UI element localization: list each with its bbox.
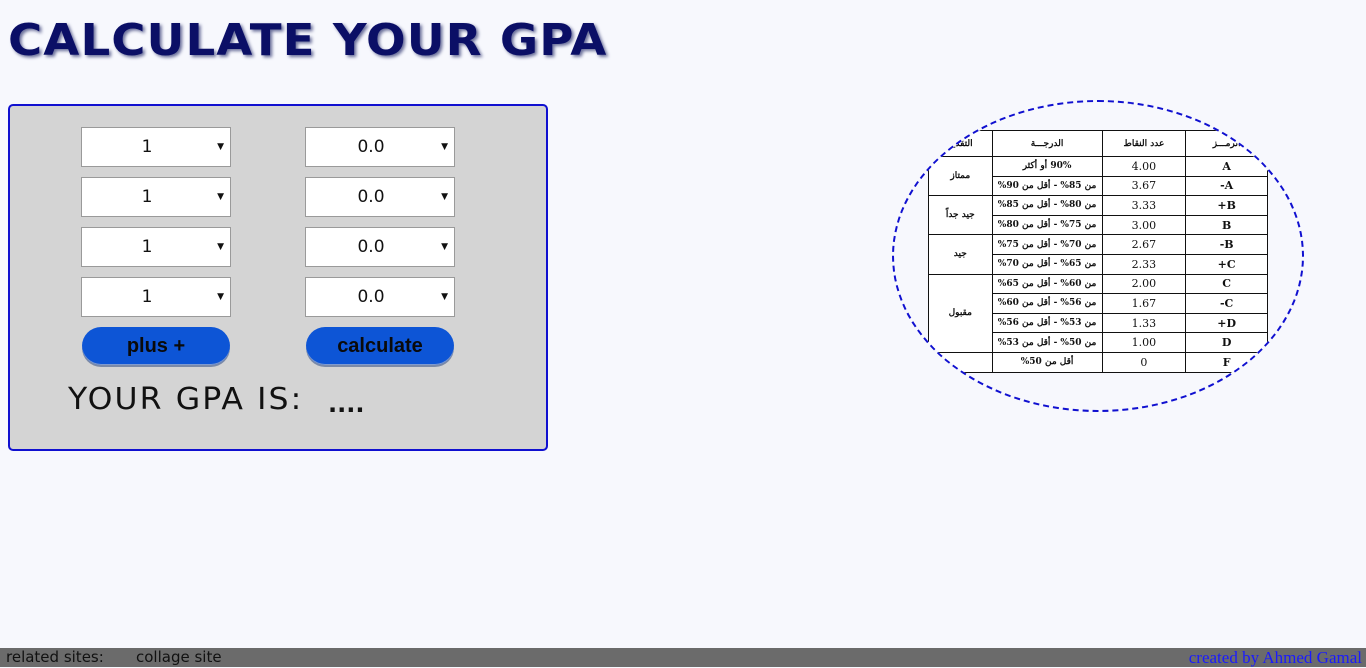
table-header-row: الرمـــز عدد النقاط الدرجـــة التقدير bbox=[928, 130, 1268, 157]
grade-scale-image: الرمـــز عدد النقاط الدرجـــة التقدير A … bbox=[892, 100, 1304, 412]
table-row: B- 2.67 من 70% - أقل من 75% جيد bbox=[928, 234, 1268, 275]
grade-value: 0.0 bbox=[357, 237, 385, 257]
table-row: B+ 3.33 من 80% - أقل من 85% جيد جداً bbox=[928, 195, 1268, 236]
dropdown-arrow-icon: ▼ bbox=[217, 142, 224, 152]
credit-hours-select-1[interactable]: 1 ▼ bbox=[81, 127, 231, 167]
credit-hours-select-3[interactable]: 1 ▼ bbox=[81, 227, 231, 267]
dropdown-arrow-icon: ▼ bbox=[441, 142, 448, 152]
grade-points: 3.33 bbox=[1101, 195, 1187, 216]
grade-range: 90% أو أكثر bbox=[991, 156, 1103, 177]
dropdown-arrow-icon: ▼ bbox=[217, 242, 224, 252]
grade-range: من 80% - أقل من 85% bbox=[991, 195, 1103, 216]
credit-hours-value: 1 bbox=[141, 287, 153, 307]
page-title: CALCULATE YOUR GPA bbox=[8, 15, 608, 66]
author-credit: created by Ahmed Gamal bbox=[1188, 648, 1362, 667]
gpa-result-label: YOUR GPA IS: bbox=[68, 382, 304, 417]
grade-points: 2.33 bbox=[1101, 253, 1187, 275]
grade-points: 0 bbox=[1101, 351, 1187, 373]
header-rating: التقدير bbox=[928, 130, 993, 157]
grade-scale-table: الرمـــز عدد النقاط الدرجـــة التقدير A … bbox=[928, 130, 1268, 373]
footer-bar: related sites: collage site created by A… bbox=[0, 648, 1366, 667]
gpa-calculator-panel: 1 ▼ 0.0 ▼ 1 ▼ 0.0 ▼ 1 ▼ 0.0 ▼ 1 ▼ 0.0 ▼ … bbox=[8, 104, 548, 451]
plus-button[interactable]: plus + bbox=[82, 327, 230, 365]
grade-symbol: C+ bbox=[1185, 253, 1268, 275]
grade-rating: ممتاز bbox=[928, 155, 993, 197]
grade-symbol: B bbox=[1185, 214, 1268, 236]
dropdown-arrow-icon: ▼ bbox=[441, 292, 448, 302]
grade-symbol: C bbox=[1185, 273, 1268, 295]
grade-range: أقل من 50% bbox=[991, 351, 1103, 373]
credit-hours-value: 1 bbox=[141, 237, 153, 257]
credit-hours-value: 1 bbox=[141, 187, 153, 207]
dropdown-arrow-icon: ▼ bbox=[217, 292, 224, 302]
grade-points: 2.67 bbox=[1101, 234, 1187, 255]
grade-select-4[interactable]: 0.0 ▼ bbox=[305, 277, 455, 317]
grade-value: 0.0 bbox=[357, 287, 385, 307]
credit-hours-select-2[interactable]: 1 ▼ bbox=[81, 177, 231, 217]
grade-select-1[interactable]: 0.0 ▼ bbox=[305, 127, 455, 167]
grade-range: من 75% - أقل من 80% bbox=[991, 214, 1103, 236]
grade-points: 1.33 bbox=[1101, 312, 1187, 334]
grade-points: 2.00 bbox=[1101, 273, 1187, 295]
grade-range: من 60% - أقل من 65% bbox=[991, 273, 1103, 295]
grade-range: من 56% - أقل من 60% bbox=[991, 293, 1103, 314]
grade-value: 0.0 bbox=[357, 187, 385, 207]
related-sites-label: related sites: bbox=[6, 648, 104, 666]
college-site-link[interactable]: collage site bbox=[136, 648, 222, 667]
grade-select-2[interactable]: 0.0 ▼ bbox=[305, 177, 455, 217]
grade-points: 3.00 bbox=[1101, 214, 1187, 236]
header-symbol: الرمـــز bbox=[1185, 130, 1268, 157]
header-points: عدد النقاط bbox=[1101, 130, 1187, 157]
table-row: C 2.00 من 60% - أقل من 65% مقبول bbox=[928, 273, 1268, 353]
grade-points: 4.00 bbox=[1101, 156, 1187, 177]
dropdown-arrow-icon: ▼ bbox=[441, 192, 448, 202]
dropdown-arrow-icon: ▼ bbox=[217, 192, 224, 202]
grade-rating: جيد bbox=[928, 234, 993, 275]
grade-symbol: D+ bbox=[1185, 312, 1268, 334]
grade-range: من 85% - أقل من 90% bbox=[991, 175, 1103, 197]
grade-rating: مقبول bbox=[928, 273, 993, 353]
grade-value: 0.0 bbox=[357, 137, 385, 157]
table-row: F 0 أقل من 50% bbox=[928, 351, 1268, 373]
grade-range: من 65% - أقل من 70% bbox=[991, 253, 1103, 275]
grade-select-3[interactable]: 0.0 ▼ bbox=[305, 227, 455, 267]
grade-range: من 50% - أقل من 53% bbox=[991, 332, 1103, 353]
grade-points: 3.67 bbox=[1101, 175, 1187, 197]
grade-symbol: B+ bbox=[1185, 195, 1268, 216]
header-range: الدرجـــة bbox=[991, 130, 1103, 157]
grade-symbol: B- bbox=[1185, 234, 1268, 255]
grade-rating-empty bbox=[928, 351, 993, 373]
grade-rating: جيد جداً bbox=[928, 195, 993, 236]
grade-symbol: D bbox=[1185, 332, 1268, 353]
credit-hours-value: 1 bbox=[141, 137, 153, 157]
grade-symbol: A bbox=[1185, 156, 1268, 177]
calculate-button[interactable]: calculate bbox=[306, 327, 454, 365]
grade-range: من 53% - أقل من 56% bbox=[991, 312, 1103, 334]
grade-points: 1.67 bbox=[1101, 293, 1187, 314]
table-row: A 4.00 90% أو أكثر ممتاز bbox=[928, 155, 1268, 197]
grade-points: 1.00 bbox=[1101, 332, 1187, 353]
dropdown-arrow-icon: ▼ bbox=[441, 242, 448, 252]
gpa-result-value: .... bbox=[328, 390, 365, 418]
grade-symbol: C- bbox=[1185, 293, 1268, 314]
grade-symbol: F bbox=[1185, 351, 1268, 373]
credit-hours-select-4[interactable]: 1 ▼ bbox=[81, 277, 231, 317]
grade-range: من 70% - أقل من 75% bbox=[991, 234, 1103, 255]
grade-symbol: A- bbox=[1185, 175, 1268, 197]
